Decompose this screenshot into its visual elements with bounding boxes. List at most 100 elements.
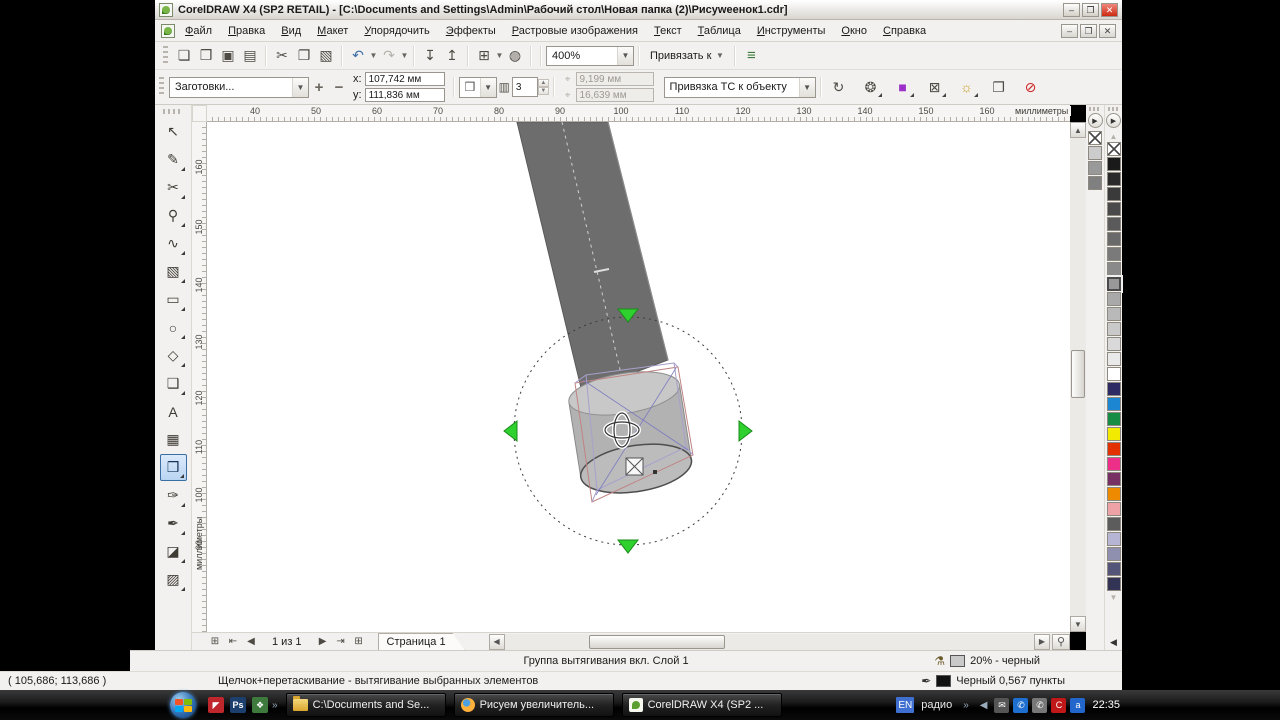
palette-swatch-3[interactable]: [1107, 202, 1121, 216]
chevron-down-icon[interactable]: ▼: [480, 78, 496, 97]
vertical-scrollbar[interactable]: ▲ ▼: [1070, 122, 1086, 632]
first-page-button[interactable]: ⇤: [224, 634, 242, 650]
palette-swatch-27[interactable]: [1107, 562, 1121, 576]
extrude-color-button[interactable]: ■: [890, 75, 916, 99]
horizontal-scroll-thumb[interactable]: [589, 635, 725, 649]
menu-item-0[interactable]: Файл: [177, 22, 220, 40]
next-page-button[interactable]: ▶: [314, 634, 332, 650]
palette-swatch-6[interactable]: [1107, 247, 1121, 261]
scroll-right-icon[interactable]: ▶: [1034, 634, 1050, 650]
start-button[interactable]: [170, 692, 196, 718]
chevron-down-icon[interactable]: ▼: [617, 47, 633, 65]
shape-tool[interactable]: ✎: [160, 146, 187, 173]
palette-swatch-14[interactable]: [1107, 367, 1121, 381]
undo-button[interactable]: ↶: [347, 45, 369, 67]
menu-item-8[interactable]: Таблица: [690, 22, 749, 40]
freehand-tool[interactable]: ∿: [160, 230, 187, 257]
palette-scroll-down-icon[interactable]: ▼: [1110, 593, 1118, 602]
palette-swatch-13[interactable]: [1107, 352, 1121, 366]
palette-swatch-22[interactable]: [1107, 487, 1121, 501]
add-page-button[interactable]: ⊞: [206, 634, 224, 650]
copy-extrude-button[interactable]: ❐: [986, 75, 1012, 99]
palette-swatch-15[interactable]: [1107, 382, 1121, 396]
corel-online-button[interactable]: ◍: [504, 45, 526, 67]
app-launcher-button-dropdown-icon[interactable]: ▼: [495, 51, 504, 60]
chevron-down-icon[interactable]: ▼: [799, 78, 815, 97]
scroll-left-icon[interactable]: ◀: [489, 634, 505, 650]
palette-swatch-2[interactable]: [1107, 187, 1121, 201]
tray-messenger-icon[interactable]: ✉: [994, 698, 1009, 713]
copy-button[interactable]: ❐: [293, 45, 315, 67]
palette-swatch-10[interactable]: [1107, 307, 1121, 321]
palette-swatch-8[interactable]: [1107, 277, 1121, 291]
tray-skype-icon[interactable]: ✆: [1013, 698, 1028, 713]
pick-tool[interactable]: ↖: [160, 118, 187, 145]
drawing-handle[interactable]: [517, 122, 668, 392]
new-button[interactable]: ❏: [173, 45, 195, 67]
scroll-down-icon[interactable]: ▼: [1070, 616, 1086, 632]
snap-to-button[interactable]: Привязать к ▼: [644, 50, 730, 62]
palette-scroll-up-icon[interactable]: ▲: [1110, 132, 1118, 141]
task-firefox[interactable]: Рисуем увеличитель...: [454, 693, 614, 717]
extrude-lighting-button[interactable]: ☼: [954, 75, 980, 99]
palette-swatch-0[interactable]: [1107, 157, 1121, 171]
close-button[interactable]: ✕: [1101, 3, 1118, 17]
print-button[interactable]: ▤: [239, 45, 261, 67]
palette-flyout-button[interactable]: ▶: [1106, 113, 1121, 128]
menu-item-4[interactable]: Упорядочить: [356, 22, 437, 40]
interactive-fill-tool[interactable]: ▨: [160, 566, 187, 593]
doc-close-button[interactable]: ✕: [1099, 24, 1116, 38]
doc-swatch-none[interactable]: [1088, 131, 1102, 145]
last-page-button[interactable]: ⇥: [332, 634, 350, 650]
rotation-arrow-bottom[interactable]: [618, 540, 638, 553]
doc-restore-button[interactable]: ❐: [1080, 24, 1097, 38]
app-launcher-button[interactable]: ⊞: [473, 45, 495, 67]
tray-c-icon[interactable]: C: [1051, 698, 1066, 713]
object-x-field[interactable]: 107,742 мм: [365, 72, 445, 86]
task-explorer[interactable]: C:\Documents and Se...: [286, 693, 446, 717]
menu-item-1[interactable]: Правка: [220, 22, 273, 40]
tray-chevron[interactable]: »: [963, 700, 969, 711]
palette-swatch-25[interactable]: [1107, 532, 1121, 546]
zoom-level-combo[interactable]: 400% ▼: [546, 46, 634, 66]
palette-swatch-4[interactable]: [1107, 217, 1121, 231]
palette-swatch-11[interactable]: [1107, 322, 1121, 336]
table-tool[interactable]: ▦: [160, 426, 187, 453]
outline-color-swatch[interactable]: [936, 675, 951, 687]
rectangle-tool[interactable]: ▭: [160, 286, 187, 313]
toolbox-grip[interactable]: [163, 109, 183, 114]
palette-swatch-26[interactable]: [1107, 547, 1121, 561]
horizontal-ruler[interactable]: 405060708090100110120130140150160170: [207, 105, 1070, 122]
menu-item-2[interactable]: Вид: [273, 22, 309, 40]
restore-button[interactable]: ❐: [1082, 3, 1099, 17]
fill-tool[interactable]: ◪: [160, 538, 187, 565]
menu-item-10[interactable]: Окно: [833, 22, 875, 40]
extrude-x-handle[interactable]: [626, 458, 643, 475]
prev-page-button[interactable]: ◀: [242, 634, 260, 650]
palette-expand-icon[interactable]: ◀: [1110, 637, 1117, 648]
depth-node[interactable]: [653, 470, 657, 474]
tray-agent-icon[interactable]: a: [1070, 698, 1085, 713]
options-button[interactable]: ≡: [740, 45, 762, 67]
extrude-direction-button[interactable]: ❂: [858, 75, 884, 99]
tray-collapse-icon[interactable]: ◀: [980, 700, 988, 711]
page-tab[interactable]: Страница 1: [378, 633, 465, 650]
redo-button[interactable]: ↷: [378, 45, 400, 67]
doc-swatch-2[interactable]: [1088, 161, 1102, 175]
redo-button-dropdown-icon[interactable]: ▼: [400, 51, 409, 60]
object-y-field[interactable]: 111,836 мм: [365, 88, 445, 102]
extrude-tool[interactable]: ❒: [160, 454, 187, 481]
depth-spinner[interactable]: ▲▼: [538, 79, 549, 95]
palette-swatch-21[interactable]: [1107, 472, 1121, 486]
palette-swatch-7[interactable]: [1107, 262, 1121, 276]
open-button[interactable]: ❒: [195, 45, 217, 67]
horizontal-scrollbar[interactable]: ◀ ▶ ⚲: [489, 634, 1070, 650]
outline-tool[interactable]: ✒: [160, 510, 187, 537]
doc-swatch-1[interactable]: [1088, 146, 1102, 160]
quick-launch-app2-icon[interactable]: ❖: [252, 697, 268, 713]
quick-launch-app1-icon[interactable]: ◤: [208, 697, 224, 713]
document-navigator-button[interactable]: ⚲: [1052, 634, 1070, 650]
scroll-up-icon[interactable]: ▲: [1070, 122, 1086, 138]
minimize-button[interactable]: –: [1063, 3, 1080, 17]
quick-launch-photoshop-icon[interactable]: Ps: [230, 697, 246, 713]
